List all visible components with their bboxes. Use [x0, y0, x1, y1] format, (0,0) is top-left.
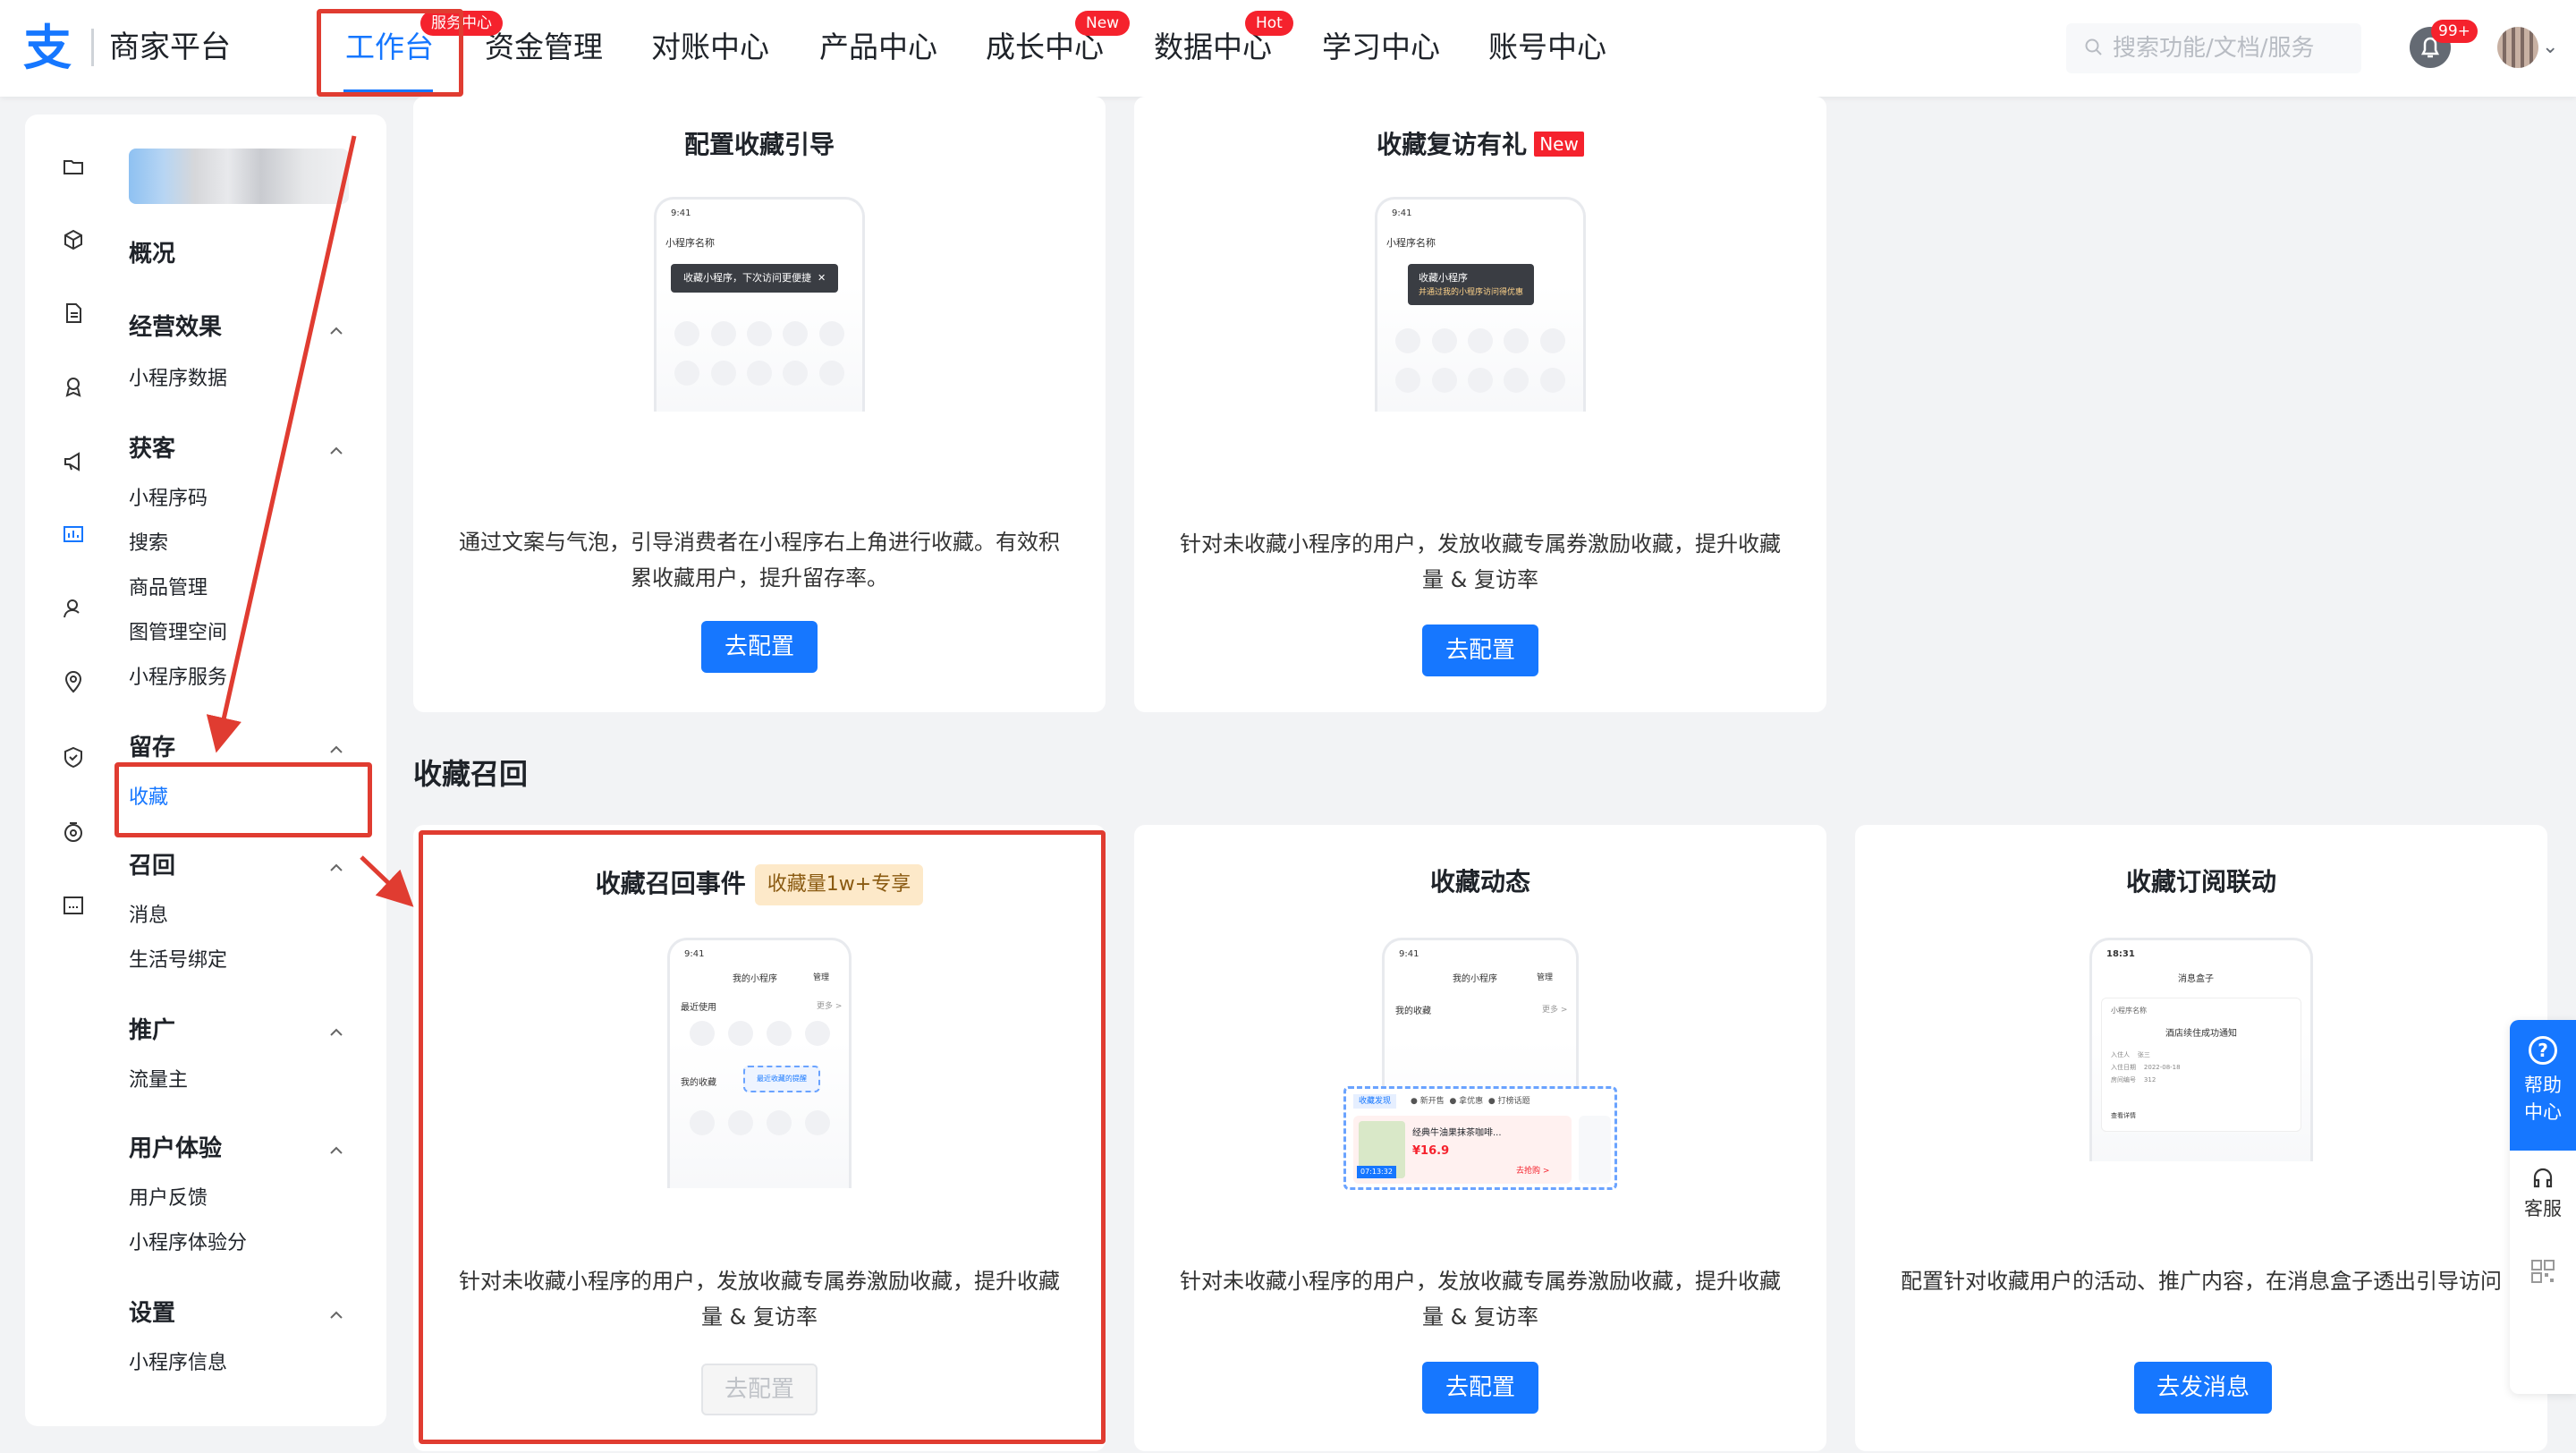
annotation-arrows	[206, 135, 414, 907]
